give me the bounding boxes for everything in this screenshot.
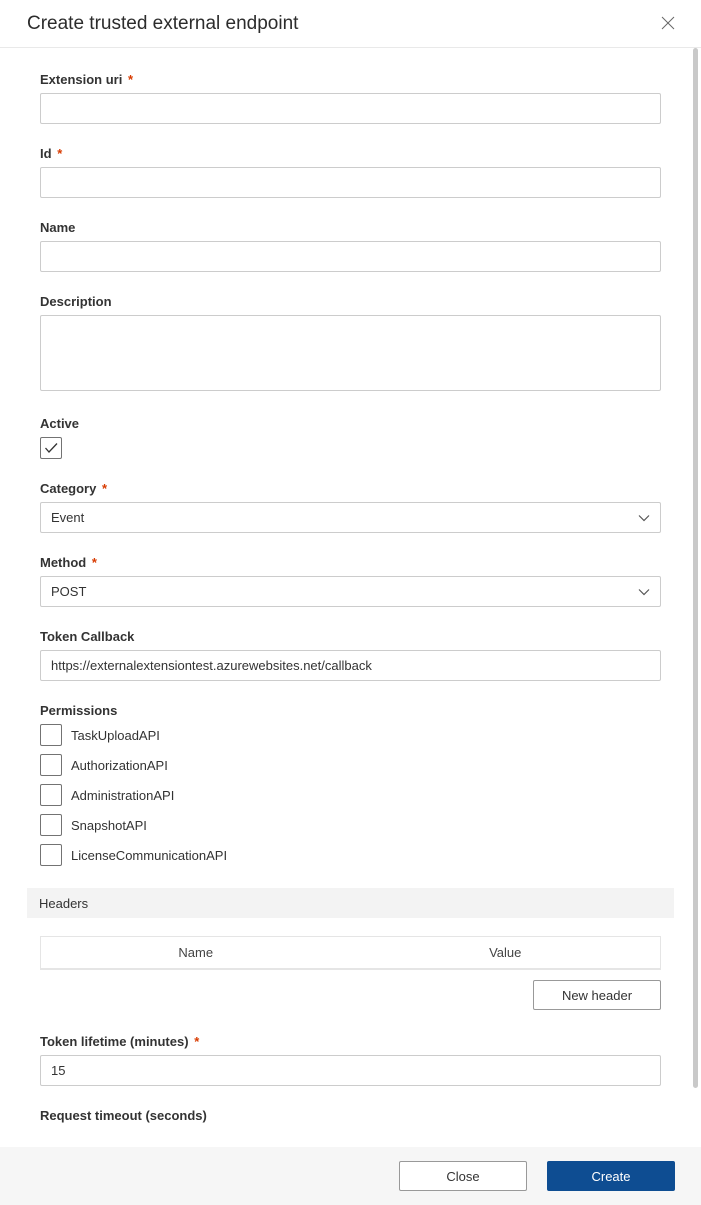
label-text: Description <box>40 294 112 309</box>
permission-row: TaskUploadAPI <box>40 724 661 746</box>
select-value: Event <box>51 510 84 525</box>
chevron-down-icon <box>638 514 650 522</box>
headers-col-name: Name <box>41 945 351 960</box>
permission-row: LicenseCommunicationAPI <box>40 844 661 866</box>
button-label: Create <box>591 1169 630 1184</box>
label-method: Method * <box>40 555 661 570</box>
input-name[interactable] <box>40 241 661 272</box>
required-marker: * <box>128 72 133 87</box>
input-extension-uri[interactable] <box>40 93 661 124</box>
permission-label: SnapshotAPI <box>71 818 147 833</box>
required-marker: * <box>102 481 107 496</box>
create-button[interactable]: Create <box>547 1161 675 1191</box>
chevron-down-icon <box>638 588 650 596</box>
panel-header: Create trusted external endpoint <box>0 0 701 48</box>
label-category: Category * <box>40 481 661 496</box>
select-method[interactable]: POST <box>40 576 661 607</box>
select-category[interactable]: Event <box>40 502 661 533</box>
permission-row: AdministrationAPI <box>40 784 661 806</box>
select-value: POST <box>51 584 86 599</box>
label-permissions: Permissions <box>40 703 661 718</box>
panel-footer: Close Create <box>0 1147 701 1205</box>
label-active: Active <box>40 416 661 431</box>
permission-label: AuthorizationAPI <box>71 758 168 773</box>
field-category: Category * Event <box>40 481 661 533</box>
headers-table-head: Name Value <box>41 937 660 969</box>
input-token-lifetime[interactable] <box>40 1055 661 1086</box>
required-marker: * <box>92 555 97 570</box>
create-endpoint-panel: Create trusted external endpoint Extensi… <box>0 0 701 1205</box>
label-description: Description <box>40 294 661 309</box>
field-request-timeout: Request timeout (seconds) <box>40 1108 661 1123</box>
label-text: Method <box>40 555 86 570</box>
label-token-callback: Token Callback <box>40 629 661 644</box>
field-extension-uri: Extension uri * <box>40 72 661 124</box>
section-title: Headers <box>39 896 88 911</box>
permission-row: SnapshotAPI <box>40 814 661 836</box>
new-header-button[interactable]: New header <box>533 980 661 1010</box>
field-id: Id * <box>40 146 661 198</box>
checkbox-permission-administrationapi[interactable] <box>40 784 62 806</box>
label-request-timeout: Request timeout (seconds) <box>40 1108 661 1123</box>
label-token-lifetime: Token lifetime (minutes) * <box>40 1034 661 1049</box>
required-marker: * <box>194 1034 199 1049</box>
input-token-callback[interactable] <box>40 650 661 681</box>
panel-body: Extension uri * Id * Name Description <box>0 48 701 1147</box>
label-text: Token Callback <box>40 629 134 644</box>
headers-section-bar: Headers <box>27 888 674 918</box>
permission-row: AuthorizationAPI <box>40 754 661 776</box>
label-text: Permissions <box>40 703 117 718</box>
panel-title: Create trusted external endpoint <box>27 13 298 35</box>
permissions-list: TaskUploadAPI AuthorizationAPI Administr… <box>40 724 661 866</box>
label-text: Extension uri <box>40 72 122 87</box>
label-text: Name <box>40 220 75 235</box>
field-permissions: Permissions TaskUploadAPI AuthorizationA… <box>40 703 661 866</box>
checkbox-permission-taskuploadapi[interactable] <box>40 724 62 746</box>
checkbox-permission-snapshotapi[interactable] <box>40 814 62 836</box>
label-text: Active <box>40 416 79 431</box>
close-button[interactable]: Close <box>399 1161 527 1191</box>
checkbox-active[interactable] <box>40 437 62 459</box>
permission-label: TaskUploadAPI <box>71 728 160 743</box>
permission-label: LicenseCommunicationAPI <box>71 848 227 863</box>
permission-label: AdministrationAPI <box>71 788 174 803</box>
headers-col-value: Value <box>351 945 661 960</box>
label-text: Id <box>40 146 52 161</box>
checkbox-permission-authorizationapi[interactable] <box>40 754 62 776</box>
new-header-row: New header <box>40 980 661 1010</box>
input-id[interactable] <box>40 167 661 198</box>
label-text: Category <box>40 481 96 496</box>
field-description: Description <box>40 294 661 394</box>
label-id: Id * <box>40 146 661 161</box>
button-label: New header <box>562 988 632 1003</box>
field-active: Active <box>40 416 661 459</box>
label-text: Token lifetime (minutes) <box>40 1034 189 1049</box>
textarea-description[interactable] <box>40 315 661 391</box>
field-name: Name <box>40 220 661 272</box>
field-method: Method * POST <box>40 555 661 607</box>
scrollbar[interactable] <box>693 48 698 1088</box>
close-icon[interactable] <box>657 11 679 37</box>
checkbox-permission-licensecommunicationapi[interactable] <box>40 844 62 866</box>
label-extension-uri: Extension uri * <box>40 72 661 87</box>
field-token-callback: Token Callback <box>40 629 661 681</box>
label-text: Request timeout (seconds) <box>40 1108 207 1123</box>
headers-table: Name Value <box>40 936 661 970</box>
button-label: Close <box>446 1169 479 1184</box>
label-name: Name <box>40 220 661 235</box>
required-marker: * <box>57 146 62 161</box>
field-token-lifetime: Token lifetime (minutes) * <box>40 1034 661 1086</box>
checkmark-icon <box>44 442 59 454</box>
